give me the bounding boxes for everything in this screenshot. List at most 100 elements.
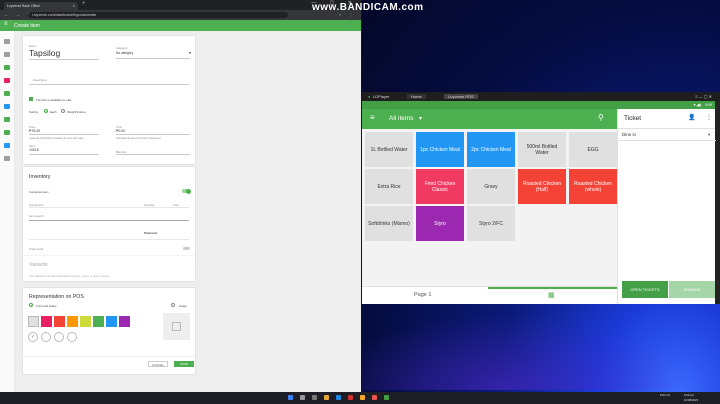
search-icon[interactable]: [300, 395, 305, 400]
name-input[interactable]: Tapsilog: [29, 48, 60, 58]
rail-icon-2[interactable]: [4, 52, 10, 57]
rail-icon-10[interactable]: [4, 156, 10, 161]
item-tile[interactable]: EGG: [569, 132, 617, 167]
all-items-dropdown[interactable]: All items: [389, 115, 414, 122]
item-tile[interactable]: Styro 2/FC: [467, 206, 515, 241]
image-label: Image: [179, 304, 187, 308]
category-select[interactable]: No category: [116, 51, 133, 55]
color-swatch[interactable]: [93, 316, 104, 327]
android-status-bar: ▼◢▮ 9:09: [362, 101, 715, 109]
sold-weight-label: Weight/Volume: [67, 110, 86, 114]
open-tickets-button[interactable]: OPEN TICKETS: [622, 281, 668, 298]
grid-icon[interactable]: ▦: [548, 291, 555, 299]
search-icon[interactable]: ⚲: [598, 113, 604, 122]
rail-icon-7[interactable]: [4, 117, 10, 122]
clock-time[interactable]: 9:09 pm: [684, 393, 694, 397]
save-button[interactable]: SAVE: [174, 361, 194, 367]
edge-icon[interactable]: [336, 395, 341, 400]
shape-square[interactable]: ✓: [28, 332, 38, 342]
more-icon[interactable]: ⋮: [706, 114, 712, 121]
color-swatch[interactable]: [80, 316, 91, 327]
sold-by-label: Sold by: [29, 110, 39, 114]
item-tile[interactable]: Roasted Chicken (whole): [569, 169, 617, 204]
image-radio[interactable]: [171, 303, 175, 307]
item-tile[interactable]: Fried Chicken Classic: [416, 169, 464, 204]
color-swatch[interactable]: [54, 316, 65, 327]
rail-icon-1[interactable]: [4, 39, 10, 44]
language-indicator[interactable]: ENG US: [660, 394, 670, 397]
charge-button[interactable]: CHARGE: [669, 281, 715, 298]
tab-loyverse-pos[interactable]: Loyverse POS: [444, 94, 478, 99]
browser-tab[interactable]: Loyverse Back Office ×: [4, 2, 78, 10]
emulator-window-controls[interactable]: ≡ — ▢ ✕: [695, 94, 712, 99]
item-tile[interactable]: 500ml Bottled Water: [518, 132, 566, 167]
windows-taskbar: ENG US 9:09 pm 10/08/2023: [0, 392, 720, 404]
menu-icon[interactable]: ≡: [4, 21, 8, 27]
status-icons: ▼◢▮: [692, 102, 701, 107]
item-tile[interactable]: Roasted Chicken (Half): [518, 169, 566, 204]
sku-input[interactable]: 10015: [29, 148, 39, 152]
price-input[interactable]: ₱75.00: [29, 129, 40, 133]
cancel-button[interactable]: CANCEL: [148, 361, 168, 367]
ldplayer-icon[interactable]: [384, 395, 389, 400]
composite-toggle[interactable]: [182, 188, 191, 194]
rail-icon-9[interactable]: [4, 143, 10, 148]
ticket-title: Ticket: [624, 115, 642, 122]
color-swatch[interactable]: [106, 316, 117, 327]
file-explorer-icon[interactable]: [324, 395, 329, 400]
track-stock-toggle[interactable]: [183, 247, 190, 250]
rail-icon-4[interactable]: [4, 78, 10, 83]
shape-circle[interactable]: [41, 332, 51, 342]
rail-icon-5[interactable]: [4, 91, 10, 96]
variants-hint: Use variants if an item has different si…: [29, 274, 110, 278]
item-tile[interactable]: Softdrinks (Mismo): [365, 206, 413, 241]
color-swatch[interactable]: [119, 316, 130, 327]
sold-each-radio[interactable]: [44, 109, 48, 113]
start-icon[interactable]: [288, 395, 293, 400]
nav-rail: [0, 31, 15, 392]
category-label: Category: [116, 46, 128, 50]
emulator-titlebar: ● LDPlayer Home Loyverse POS ≡ — ▢ ✕: [362, 92, 720, 101]
page-tab[interactable]: Page 1: [414, 292, 431, 298]
menu-icon[interactable]: ≡: [370, 113, 375, 122]
rail-icon-8[interactable]: [4, 130, 10, 135]
sold-weight-radio[interactable]: [61, 109, 65, 113]
new-tab-icon[interactable]: +: [82, 1, 86, 7]
add-customer-icon[interactable]: 👤: [688, 114, 695, 121]
url-input[interactable]: r.loyverse.com/dashboard/#/goods/create: [28, 12, 288, 18]
item-tile[interactable]: 2pc Chicken Meal: [467, 132, 515, 167]
dine-in-label: Dine in: [622, 132, 637, 137]
item-tile[interactable]: 1L Bottled Water: [365, 132, 413, 167]
pos-app-bar: ≡ All items ▾ ⚲: [362, 109, 617, 129]
shape-sun[interactable]: [54, 332, 64, 342]
item-tile[interactable]: 1pc Chicken Meal: [416, 132, 464, 167]
item-tile[interactable]: Extra Rice: [365, 169, 413, 204]
color-swatch[interactable]: [28, 316, 39, 327]
shape-octagon[interactable]: [67, 332, 77, 342]
color-swatch[interactable]: [67, 316, 78, 327]
address-bar: ← → ↻ r.loyverse.com/dashboard/#/goods/c…: [0, 10, 361, 20]
chevron-down-icon: ▾: [708, 132, 711, 137]
rail-icon-6[interactable]: [4, 104, 10, 109]
color-swatch[interactable]: [41, 316, 52, 327]
form-area: Name Tapsilog Category No category ▾ Des…: [15, 31, 361, 392]
chrome-icon[interactable]: [348, 395, 353, 400]
item-tile[interactable]: Styro: [416, 206, 464, 241]
recorder-icon[interactable]: [372, 395, 377, 400]
total-cost-label: Total cost: [144, 231, 158, 235]
available-checkbox[interactable]: [29, 97, 33, 101]
dining-option-select[interactable]: Dine in ▾: [618, 129, 716, 141]
sold-each-label: Each: [50, 110, 57, 114]
tab-home[interactable]: Home: [407, 94, 426, 99]
task-view-icon[interactable]: [312, 395, 317, 400]
color-shape-radio[interactable]: [29, 303, 33, 307]
chevron-down-icon: ▾: [189, 50, 192, 55]
item-search-input[interactable]: Item search: [29, 214, 44, 218]
image-upload[interactable]: [163, 313, 190, 340]
rail-icon-3[interactable]: [4, 65, 10, 70]
item-tile[interactable]: Gravy: [467, 169, 515, 204]
chevron-down-icon: ▾: [419, 116, 423, 122]
close-tab-icon[interactable]: ×: [73, 3, 75, 8]
app-icon[interactable]: [360, 395, 365, 400]
status-time: 9:09: [705, 102, 712, 107]
